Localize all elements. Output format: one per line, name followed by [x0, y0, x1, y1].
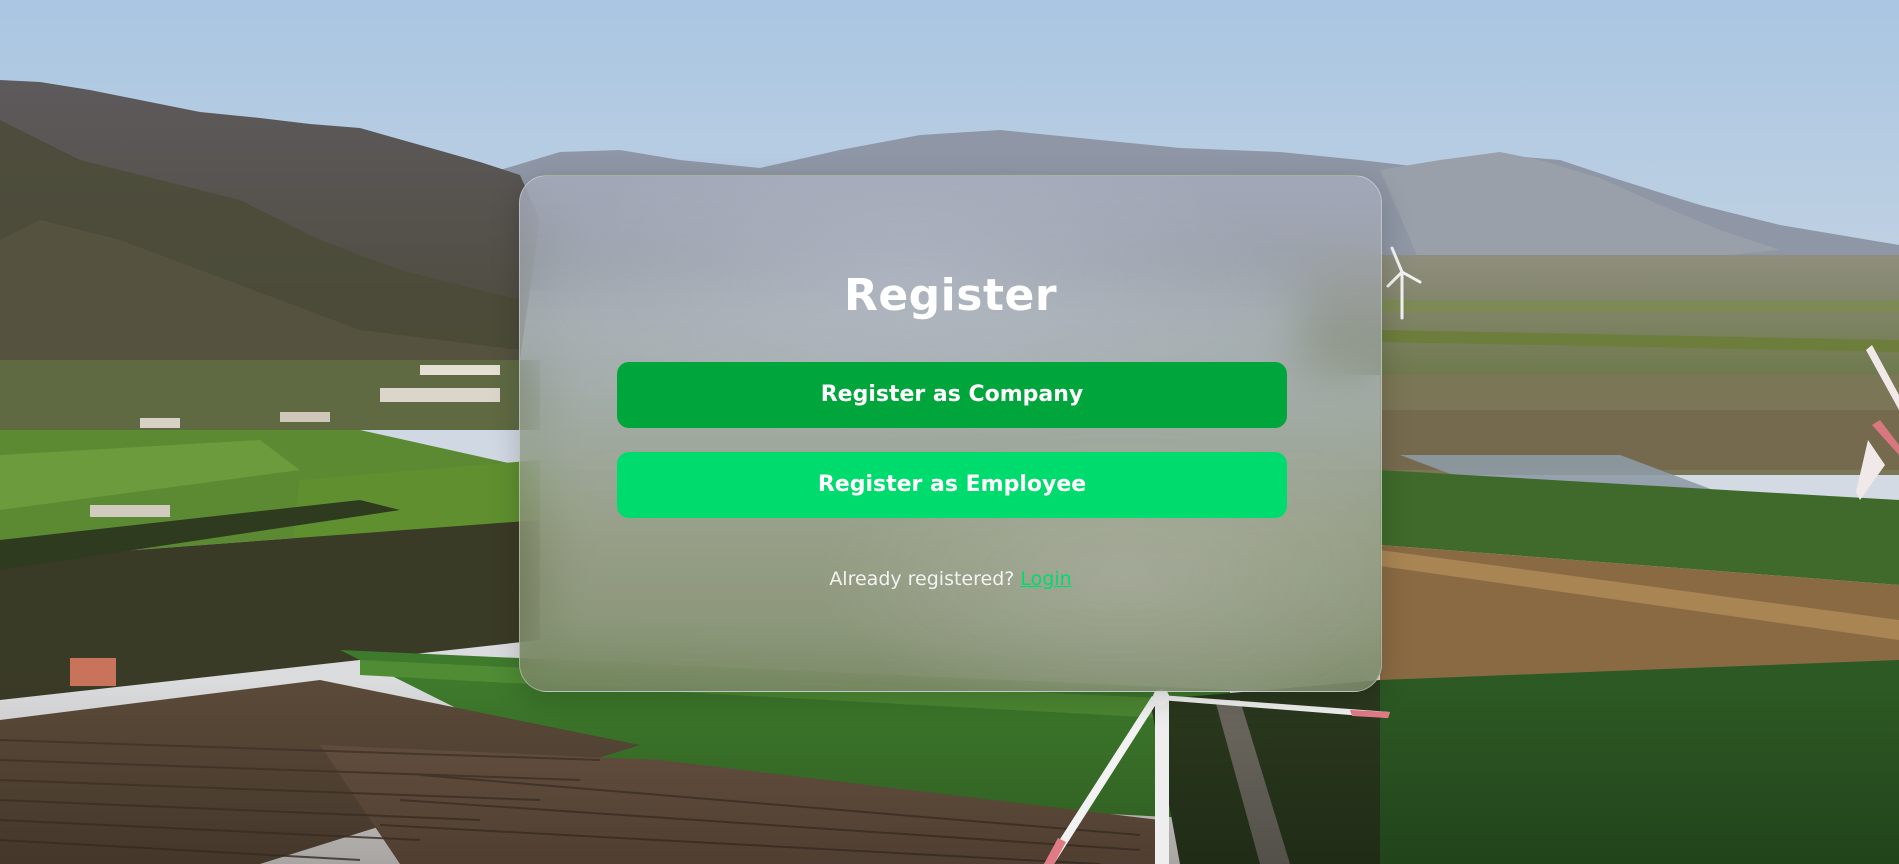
- login-link[interactable]: Login: [1020, 568, 1071, 590]
- register-as-employee-button[interactable]: Register as Employee: [617, 452, 1287, 518]
- page-title: Register: [843, 270, 1058, 321]
- register-card: Register Register as Company Register as…: [519, 175, 1382, 692]
- login-prompt-line: Already registered? Login: [520, 570, 1381, 589]
- register-as-company-button[interactable]: Register as Company: [617, 362, 1287, 428]
- login-prompt-text: Already registered?: [829, 568, 1015, 590]
